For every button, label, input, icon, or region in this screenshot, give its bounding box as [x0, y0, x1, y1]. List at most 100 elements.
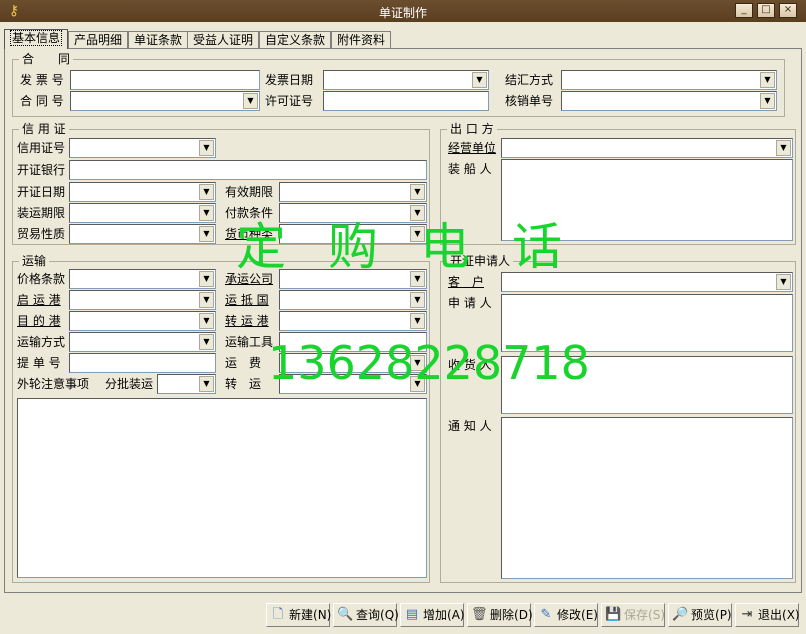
bl-no-input[interactable]	[69, 353, 216, 373]
settlement-select[interactable]: ▼	[561, 70, 777, 90]
delete-button[interactable]: 🗑 删除(D)	[467, 603, 533, 627]
settlement-label: 结汇方式	[505, 73, 554, 87]
exit-button-shortcut: (X)	[782, 608, 800, 622]
exit-button[interactable]: ⇥ 退出(X)	[735, 603, 800, 627]
maximize-button[interactable]: □	[757, 3, 775, 18]
save-button-shortcut: (S)	[648, 608, 665, 622]
notify-party-textarea[interactable]	[501, 417, 793, 579]
verification-no-select[interactable]: ▼	[561, 91, 777, 111]
contract-no-select[interactable]: ▼	[70, 91, 260, 111]
ship-date-select[interactable]: ▼	[69, 203, 216, 223]
carrier-select[interactable]: ▼	[279, 269, 427, 289]
chevron-down-icon[interactable]: ▼	[410, 271, 425, 287]
issue-date-select[interactable]: ▼	[69, 182, 216, 202]
departure-port-label[interactable]: 启 运 港	[17, 293, 61, 307]
notes-textarea[interactable]	[17, 398, 427, 578]
carrier-label[interactable]: 承运公司	[225, 272, 273, 286]
invoice-no-input[interactable]	[70, 70, 260, 90]
new-button-label: 新建	[289, 608, 314, 622]
edit-button-shortcut: (E)	[581, 608, 598, 622]
issuing-bank-input[interactable]	[69, 160, 427, 180]
chevron-down-icon[interactable]: ▼	[243, 93, 258, 109]
chevron-down-icon[interactable]: ▼	[410, 205, 425, 221]
new-button-shortcut: (N)	[313, 608, 332, 622]
preview-button[interactable]: 🔎 预览(P)	[668, 603, 732, 627]
applicant-textarea[interactable]	[501, 294, 793, 352]
contract-legend: 合 同	[19, 52, 74, 66]
departure-port-select[interactable]: ▼	[69, 290, 216, 310]
chevron-down-icon[interactable]: ▼	[199, 140, 214, 156]
destination-port-label[interactable]: 目 的 港	[17, 314, 61, 328]
arrival-country-select[interactable]: ▼	[279, 290, 427, 310]
vehicle-input[interactable]	[279, 332, 427, 352]
price-terms-label: 价格条款	[17, 272, 66, 286]
transit-port-label[interactable]: 转 运 港	[225, 314, 269, 328]
consignee-textarea[interactable]	[501, 356, 793, 414]
trade-nature-label: 贸易性质	[17, 227, 66, 241]
chevron-down-icon[interactable]: ▼	[199, 292, 214, 308]
valid-date-select[interactable]: ▼	[279, 182, 427, 202]
customer-label[interactable]: 客 户	[448, 275, 484, 289]
chevron-down-icon[interactable]: ▼	[199, 334, 214, 350]
license-no-input[interactable]	[323, 91, 489, 111]
operating-unit-select[interactable]: ▼	[501, 138, 793, 158]
arrival-country-label[interactable]: 运 抵 国	[225, 293, 269, 307]
new-button[interactable]: 🗋 新建(N)	[266, 603, 332, 627]
partial-shipment-select[interactable]: ▼	[157, 374, 216, 394]
tab-beneficiary-certificate[interactable]: 受益人证明	[187, 31, 260, 48]
save-button[interactable]: 💾 保存(S)	[601, 603, 665, 627]
freight-select[interactable]: ▼	[279, 353, 427, 373]
transport-mode-select[interactable]: ▼	[69, 332, 216, 352]
trash-icon: 🗑	[471, 607, 488, 622]
lc-legend: 信 用 证	[19, 122, 69, 136]
payment-terms-select[interactable]: ▼	[279, 203, 427, 223]
transport-legend: 运输	[19, 254, 50, 268]
exit-button-label: 退出	[758, 608, 783, 622]
tab-attachments[interactable]: 附件资料	[331, 31, 392, 48]
tab-custom-terms[interactable]: 自定义条款	[259, 31, 332, 48]
chevron-down-icon[interactable]: ▼	[410, 292, 425, 308]
title-bar[interactable]: ⚷ 单证制作 _ □ ×	[0, 0, 806, 22]
partial-shipment-label: 分批装运	[105, 377, 154, 391]
verification-no-label: 核销单号	[505, 94, 554, 108]
tab-product-details[interactable]: 产品明细	[68, 31, 129, 48]
chevron-down-icon[interactable]: ▼	[199, 271, 214, 287]
minimize-button[interactable]: _	[735, 3, 753, 18]
chevron-down-icon[interactable]: ▼	[760, 72, 775, 88]
currency-label[interactable]: 货币种类	[225, 227, 273, 241]
chevron-down-icon[interactable]: ▼	[199, 226, 214, 242]
search-button[interactable]: 🔍 查询(Q)	[333, 603, 399, 627]
notify-party-label: 通 知 人	[448, 419, 492, 433]
chevron-down-icon[interactable]: ▼	[410, 226, 425, 242]
chevron-down-icon[interactable]: ▼	[199, 184, 214, 200]
chevron-down-icon[interactable]: ▼	[776, 274, 791, 290]
chevron-down-icon[interactable]: ▼	[199, 376, 214, 392]
chevron-down-icon[interactable]: ▼	[410, 376, 425, 392]
chevron-down-icon[interactable]: ▼	[410, 355, 425, 371]
lc-no-select[interactable]: ▼	[69, 138, 216, 158]
chevron-down-icon[interactable]: ▼	[199, 205, 214, 221]
chevron-down-icon[interactable]: ▼	[199, 313, 214, 329]
transshipment-select[interactable]: ▼	[279, 374, 427, 394]
shipper-textarea[interactable]	[501, 159, 793, 241]
contract-group: 合 同 发 票 号 发票日期 ▼ 结汇方式 ▼ 合 同 号 ▼ 许可证号 核销单…	[12, 52, 785, 117]
close-button[interactable]: ×	[779, 3, 797, 18]
currency-select[interactable]: ▼	[279, 224, 427, 244]
tab-document-terms[interactable]: 单证条款	[128, 31, 189, 48]
add-button[interactable]: ▤ 增加(A)	[400, 603, 465, 627]
invoice-date-select[interactable]: ▼	[323, 70, 489, 90]
transit-port-select[interactable]: ▼	[279, 311, 427, 331]
chevron-down-icon[interactable]: ▼	[410, 313, 425, 329]
trade-nature-select[interactable]: ▼	[69, 224, 216, 244]
chevron-down-icon[interactable]: ▼	[472, 72, 487, 88]
customer-select[interactable]: ▼	[501, 272, 793, 292]
bottom-toolbar: 🗋 新建(N) 🔍 查询(Q) ▤ 增加(A) 🗑 删除(D) ✎ 修改(E) …	[0, 599, 806, 634]
destination-port-select[interactable]: ▼	[69, 311, 216, 331]
chevron-down-icon[interactable]: ▼	[410, 184, 425, 200]
operating-unit-label[interactable]: 经营单位	[448, 141, 496, 155]
chevron-down-icon[interactable]: ▼	[776, 140, 791, 156]
edit-button[interactable]: ✎ 修改(E)	[534, 603, 598, 627]
price-terms-select[interactable]: ▼	[69, 269, 216, 289]
tab-basic-info[interactable]: 基本信息	[4, 29, 69, 49]
chevron-down-icon[interactable]: ▼	[760, 93, 775, 109]
